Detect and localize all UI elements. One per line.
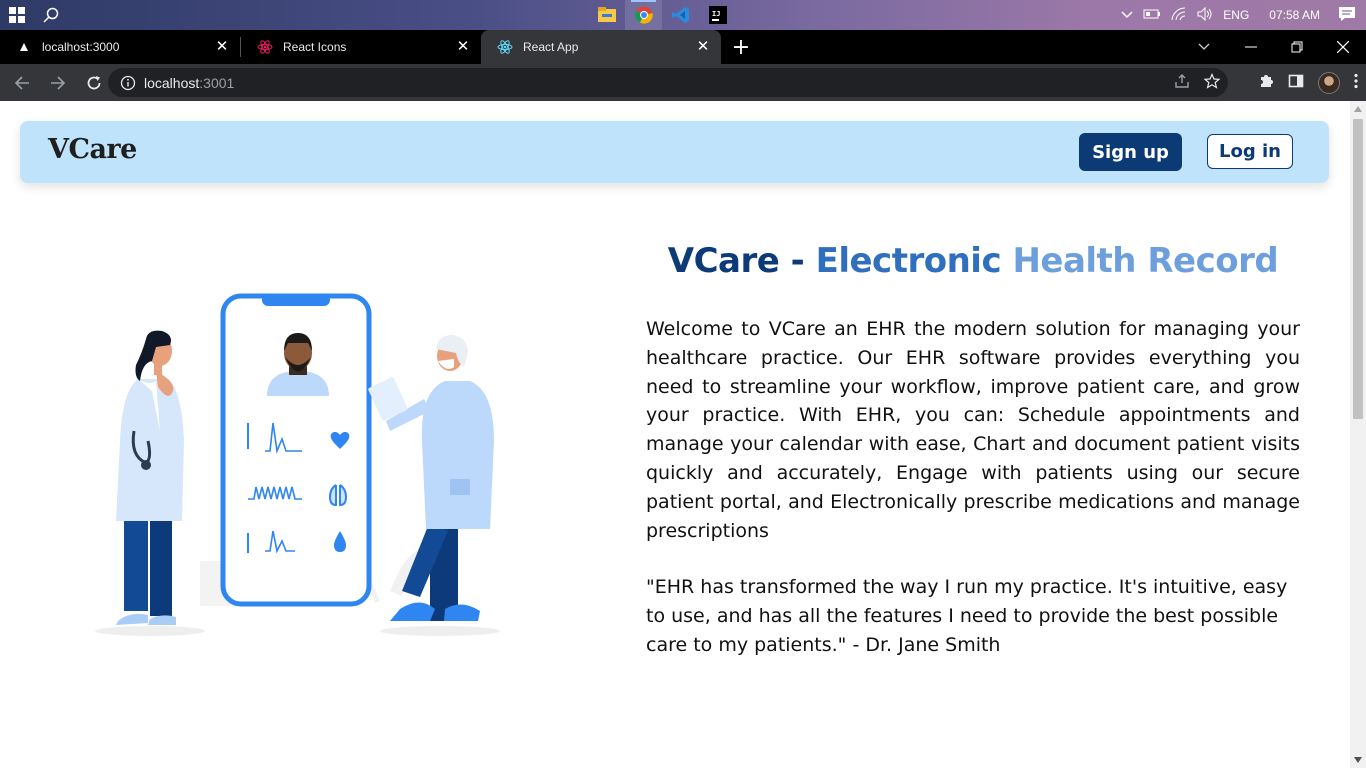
volume-icon[interactable] [1197, 6, 1213, 24]
scrollbar-thumb[interactable] [1353, 119, 1363, 419]
browser-toolbar: localhost:3001 [0, 64, 1366, 101]
close-window-icon[interactable] [1320, 30, 1366, 64]
close-icon[interactable]: ✕ [695, 39, 711, 55]
clock[interactable]: 07:58 AM [1269, 8, 1320, 22]
tab-title: React Icons [283, 40, 347, 54]
windows-taskbar: IJ ENG 07:58 AM [0, 0, 1366, 30]
login-button[interactable]: Log in [1207, 134, 1293, 169]
battery-icon[interactable] [1143, 8, 1161, 23]
react-icon [497, 39, 513, 55]
new-tab-button[interactable]: + [721, 30, 761, 64]
chevron-down-icon[interactable] [1190, 30, 1218, 64]
page-scrollbar[interactable] [1350, 101, 1366, 768]
profile-avatar[interactable] [1318, 71, 1340, 94]
tab-localhost-3000[interactable]: localhost:3000 ✕ [0, 30, 240, 64]
site-navbar: VCare Sign up Log in [20, 121, 1329, 183]
browser-tab-strip: localhost:3000 ✕ React Icons ✕ React App… [0, 30, 1366, 64]
signup-button[interactable]: Sign up [1079, 133, 1182, 171]
tab-react-icons[interactable]: React Icons ✕ [241, 30, 481, 64]
menu-kebab-icon[interactable] [1354, 73, 1358, 93]
brand-logo[interactable]: VCare [48, 134, 137, 165]
hero-description: Welcome to VCare an EHR the modern solut… [646, 318, 1300, 542]
vscode-icon[interactable] [662, 0, 699, 30]
svg-text:IJ: IJ [712, 10, 720, 18]
url-text: localhost:3001 [144, 75, 234, 91]
doctors-phone-illustration [95, 293, 500, 636]
search-icon[interactable] [34, 0, 68, 30]
language-indicator[interactable]: ENG [1223, 8, 1249, 22]
url-host: localhost [144, 74, 200, 91]
notifications-icon[interactable] [1338, 6, 1356, 25]
chevron-up-icon[interactable] [1121, 8, 1133, 22]
back-arrow-icon[interactable] [6, 67, 38, 99]
windows-start-icon[interactable] [0, 0, 34, 30]
scroll-up-arrow-icon[interactable] [1350, 101, 1366, 117]
restore-icon[interactable] [1274, 30, 1320, 64]
title-part-vcare: VCare - [667, 241, 816, 281]
title-part-health-record: Health Record [1012, 241, 1279, 281]
wifi-icon[interactable] [1171, 6, 1187, 24]
star-icon[interactable] [1203, 72, 1221, 93]
close-icon[interactable]: ✕ [455, 39, 471, 55]
url-port: :3001 [199, 74, 235, 91]
triangle-icon [16, 39, 32, 55]
minimize-icon[interactable] [1228, 30, 1274, 64]
tab-react-app[interactable]: React App ✕ [481, 30, 721, 64]
address-bar[interactable]: localhost:3001 [108, 68, 1228, 97]
intellij-icon[interactable]: IJ [699, 0, 736, 30]
close-icon[interactable]: ✕ [214, 39, 230, 55]
side-panel-icon[interactable] [1288, 73, 1304, 93]
extensions-icon[interactable] [1258, 73, 1274, 93]
file-explorer-icon[interactable] [588, 0, 625, 30]
reload-icon[interactable] [78, 67, 110, 99]
page-viewport: VCare Sign up Log in VCare - Electronic … [0, 101, 1350, 768]
share-icon[interactable] [1174, 73, 1190, 93]
title-part-electronic: Electronic [815, 241, 1013, 281]
forward-arrow-icon[interactable] [42, 67, 74, 99]
react-icons-icon [257, 39, 273, 55]
tab-title: React App [523, 40, 579, 54]
tab-title: localhost:3000 [42, 40, 120, 54]
testimonial-quote: "EHR has transformed the way I run my pr… [646, 576, 1288, 656]
info-icon[interactable] [120, 75, 136, 91]
hero-title: VCare - Electronic Health Record [646, 241, 1300, 281]
scroll-down-arrow-icon[interactable] [1350, 752, 1366, 768]
chrome-icon[interactable] [625, 0, 662, 30]
